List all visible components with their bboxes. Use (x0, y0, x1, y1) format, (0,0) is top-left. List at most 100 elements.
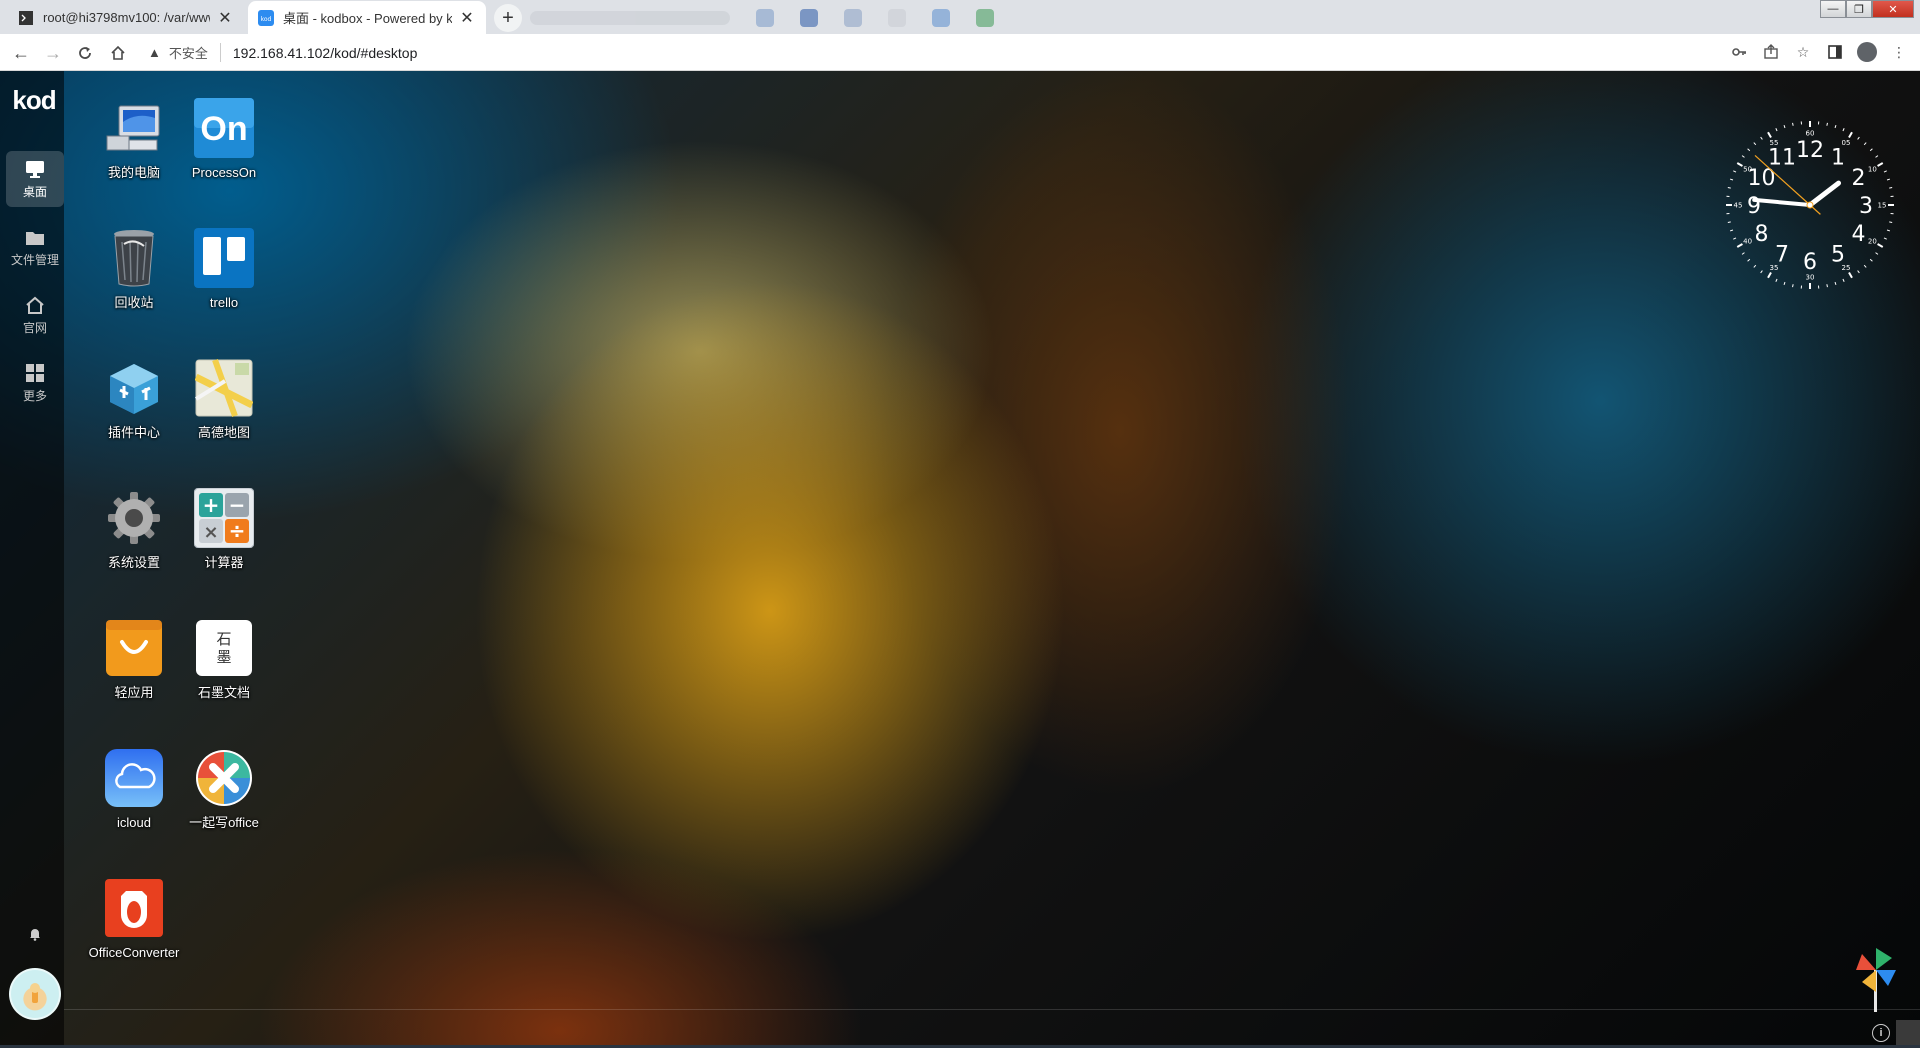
kod-logo: kod (12, 85, 56, 115)
share-icon[interactable] (1760, 41, 1782, 63)
maximize-button[interactable]: ❐ (1846, 0, 1872, 18)
desktop-icon-yiqixie-office[interactable]: 一起写office (176, 747, 272, 833)
clock-hour-label: 8 (1755, 222, 1769, 247)
plugin-center-icon (103, 357, 165, 419)
back-icon[interactable]: ← (9, 41, 33, 65)
clock-tick (1886, 178, 1891, 181)
close-window-button[interactable]: ✕ (1872, 0, 1914, 18)
desktop-icon-processon[interactable]: On ProcessOn (176, 97, 272, 183)
clock-minute-label: 20 (1868, 238, 1877, 246)
clock-tick (1875, 155, 1879, 158)
clock-tick (1857, 270, 1860, 274)
clock-tick (1883, 237, 1887, 240)
tab-terminal[interactable]: root@hi3798mv100: /var/www ✕ (8, 1, 244, 34)
clock-tick (1767, 131, 1772, 138)
clock-tick (1842, 128, 1845, 132)
tab-kodbox-desktop[interactable]: kod 桌面 - kodbox - Powered by kodcloud ✕ (248, 1, 486, 34)
clock-minute-label: 45 (1734, 202, 1743, 210)
close-tab-icon[interactable]: ✕ (458, 9, 476, 27)
reload-icon[interactable] (73, 41, 97, 65)
desktop-icon-calculator[interactable]: + − × ÷ 计算器 (176, 487, 272, 573)
user-avatar[interactable] (9, 968, 61, 1020)
tab-title: root@hi3798mv100: /var/www (43, 10, 210, 25)
desktop-icon-label: 回收站 (114, 295, 154, 310)
desktop-icon-my-computer[interactable]: 我的电脑 (86, 97, 182, 183)
map-icon (193, 357, 255, 419)
clock-tick (1741, 155, 1745, 158)
notification-bell-icon[interactable] (24, 923, 46, 945)
clock-minute-label: 10 (1868, 166, 1877, 174)
sidebar-item-more[interactable]: 更多 (6, 355, 64, 411)
clock-tick (1863, 264, 1867, 268)
clock-tick (1875, 252, 1879, 255)
icloud-icon (103, 747, 165, 809)
clock-tick (1857, 136, 1860, 140)
browser-toolbar: ← → ▲ 不安全 192.168.41.102/kod/#desktop ☆ … (0, 34, 1920, 71)
clock-tick (1736, 243, 1743, 248)
sidebar-item-label: 文件管理 (10, 253, 59, 267)
yiqixie-office-icon (193, 747, 255, 809)
desktop-icon-recycle-bin[interactable]: 回收站 (86, 227, 182, 313)
toolbar-actions: ☆ ⋮ (1728, 41, 1910, 63)
sidebar-item-website[interactable]: 官网 (6, 287, 64, 343)
desktop-icon-trello[interactable]: trello (176, 227, 272, 313)
clock-tick (1883, 170, 1887, 173)
desktop-icon-plugin-center[interactable]: 插件中心 (86, 357, 182, 443)
forward-icon[interactable]: → (41, 41, 65, 65)
desktop-icon-amap[interactable]: 高德地图 (176, 357, 272, 443)
clock-hour-label: 5 (1831, 242, 1845, 267)
clock-tick (1760, 270, 1763, 274)
calculator-key: + (203, 493, 220, 517)
sidebar-item-label: 更多 (22, 389, 47, 403)
clock-tick (1783, 124, 1786, 129)
clock-tick (1842, 278, 1845, 282)
info-icon[interactable]: i (1872, 1024, 1890, 1042)
settings-gear-icon (103, 487, 165, 549)
clock-minute-label: 40 (1743, 238, 1752, 246)
sidebar-item-desktop[interactable]: 桌面 (6, 151, 64, 207)
minimize-button[interactable]: — (1820, 0, 1846, 18)
svg-text:kod: kod (261, 16, 272, 23)
clock-tick (1869, 258, 1873, 262)
key-icon[interactable] (1728, 41, 1750, 63)
kod-favicon-icon: kod (258, 9, 274, 26)
clock-hour-label: 12 (1796, 138, 1824, 163)
clock-tick (1775, 128, 1778, 132)
clock-tick (1826, 122, 1828, 126)
home-icon[interactable] (106, 41, 130, 65)
side-panel-icon[interactable] (1824, 41, 1846, 63)
clock-tick (1848, 272, 1853, 279)
clock-minute-label: 60 (1806, 130, 1815, 138)
desktop-icon-icloud[interactable]: icloud (86, 747, 182, 833)
url-text: 192.168.41.102/kod/#desktop (232, 44, 418, 61)
desktop-icon-office-converter[interactable]: OfficeConverter (86, 877, 182, 963)
sidebar-item-files[interactable]: 文件管理 (6, 219, 64, 275)
pinwheel-icon[interactable] (1852, 946, 1900, 1012)
clock-tick (1747, 148, 1751, 152)
profile-icon[interactable] (1856, 41, 1878, 63)
clock-tick (1877, 162, 1884, 167)
clock-tick (1760, 136, 1763, 140)
desktop-icon-settings[interactable]: 系统设置 (86, 487, 182, 573)
desktop-icon-label: icloud (117, 815, 151, 830)
processon-icon: On (193, 97, 255, 159)
clock-hour-label: 9 (1747, 194, 1761, 219)
calculator-icon: + − × ÷ (193, 487, 255, 549)
bookmark-star-icon[interactable]: ☆ (1792, 41, 1814, 63)
clock-tick (1889, 221, 1893, 223)
clock-minute-label: 15 (1878, 202, 1887, 210)
clock-tick (1775, 278, 1778, 282)
close-tab-icon[interactable]: ✕ (216, 9, 234, 27)
browser-menu-icon[interactable]: ⋮ (1888, 41, 1910, 63)
desktop-icon-shimo-docs[interactable]: 石墨 石墨文档 (176, 617, 272, 703)
address-bar[interactable]: ▲ 不安全 192.168.41.102/kod/#desktop (138, 39, 1898, 66)
shimo-logo-text: 石 (216, 630, 231, 648)
terminal-icon (18, 10, 34, 26)
clock-hour-label: 2 (1851, 166, 1865, 191)
clock-tick (1753, 142, 1757, 146)
shimo-logo-text: 墨 (216, 648, 231, 666)
clock-tick (1877, 243, 1884, 248)
new-tab-button[interactable]: + (494, 4, 522, 32)
desktop-icon-light-apps[interactable]: 轻应用 (86, 617, 182, 703)
clock-hour-label: 6 (1803, 250, 1817, 275)
